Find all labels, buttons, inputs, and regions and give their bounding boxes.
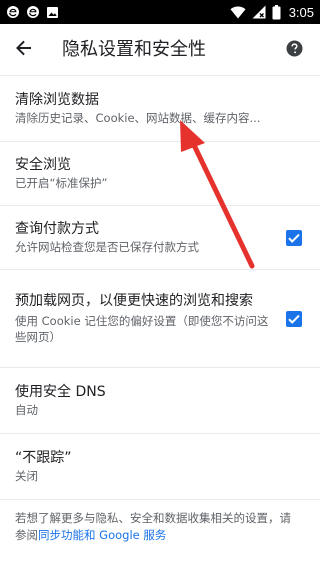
clear-browsing-data-item[interactable]: 清除浏览数据 清除历史记录、Cookie、网站数据、缓存内容... [0,76,320,142]
item-title: 查询付款方式 [15,221,99,237]
item-subtitle: 自动 [15,403,38,417]
browser-e-icon [6,5,20,19]
safe-browsing-item[interactable]: 安全浏览 已开启“标准保护” [0,142,320,206]
checkmark-icon [288,314,300,324]
item-subtitle: 使用 Cookie 记住您的偏好设置（即使您不访问这些网页） [15,314,269,344]
item-title: 安全浏览 [15,157,71,173]
item-title: 使用安全 DNS [15,384,106,400]
preload-pages-item[interactable]: 预加载网页，以便更快速的浏览和搜索 使用 Cookie 记住您的偏好设置（即使您… [0,270,320,368]
preload-pages-checkbox[interactable] [286,310,302,327]
back-button[interactable] [8,32,40,64]
status-time: 3:05 [288,4,314,20]
item-title: 预加载网页，以便更快速的浏览和搜索 [15,293,253,309]
image-icon [46,6,59,19]
sync-google-services-link[interactable]: 同步功能和 Google 服务 [38,528,166,542]
secure-dns-item[interactable]: 使用安全 DNS 自动 [0,368,320,434]
do-not-track-item[interactable]: “不跟踪” 关闭 [0,434,320,500]
item-title: 清除浏览数据 [15,92,99,108]
wifi-icon [230,6,246,19]
help-icon [286,40,303,57]
battery-icon [272,4,281,20]
battery-x-icon [252,5,266,19]
footer-note: 若想了解更多与隐私、安全和数据收集相关的设置，请参阅同步功能和 Google 服… [0,500,320,544]
item-subtitle: 已开启“标准保护” [15,176,108,190]
page-title: 隐私设置和安全性 [62,39,206,60]
payment-methods-item[interactable]: 查询付款方式 允许网站检查您是否已保存付款方式 [0,206,320,270]
payment-methods-checkbox[interactable] [286,229,302,246]
item-subtitle: 允许网站检查您是否已保存付款方式 [15,240,199,254]
browser-e-icon [26,5,40,19]
help-button[interactable] [280,34,308,62]
checkmark-icon [288,233,300,243]
settings-list: 清除浏览数据 清除历史记录、Cookie、网站数据、缓存内容... 安全浏览 已… [0,75,320,500]
item-subtitle: 关闭 [15,469,38,483]
item-title: “不跟踪” [15,450,72,466]
item-subtitle: 清除历史记录、Cookie、网站数据、缓存内容... [15,111,261,125]
arrow-back-icon [15,39,33,57]
app-bar: 隐私设置和安全性 [0,24,320,72]
status-bar: 3:05 [0,0,320,24]
